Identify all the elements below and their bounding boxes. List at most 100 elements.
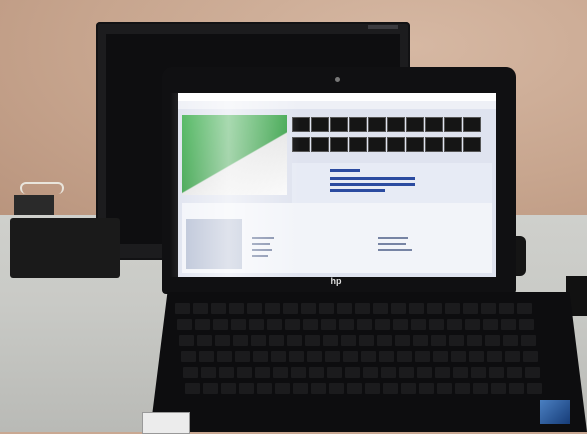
monitor-brand-mark (368, 25, 398, 29)
keyboard-key (499, 303, 514, 314)
thumbnail (425, 117, 443, 132)
thumbnail (368, 137, 386, 152)
cable (20, 182, 64, 194)
thumbnail (311, 137, 329, 152)
webcam (335, 77, 340, 82)
keyboard-key (379, 351, 394, 362)
processor-sticker (540, 400, 570, 424)
keyboard-key (463, 303, 478, 314)
thumbnail (425, 137, 443, 152)
keyboard-key (375, 319, 390, 330)
keyboard-key (343, 351, 358, 362)
keyboard-key (283, 303, 298, 314)
keyboard-key (471, 367, 486, 378)
keyboard-key (517, 303, 532, 314)
keyboard-key (179, 335, 194, 346)
keyboard-key (217, 351, 232, 362)
keyboard-key (249, 319, 264, 330)
keyboard-key (519, 319, 534, 330)
keyboard-key (327, 367, 342, 378)
keyboard-key (255, 367, 270, 378)
keyboard-key (291, 367, 306, 378)
keyboard-key (419, 383, 434, 394)
keyboard-key (195, 319, 210, 330)
keyboard-key (491, 383, 506, 394)
keyboard-key (181, 351, 196, 362)
keyboard-key (307, 351, 322, 362)
keyboard-key (301, 303, 316, 314)
hp-logo: hp (330, 276, 342, 286)
keyboard-key (503, 335, 518, 346)
keyboard-key (177, 319, 192, 330)
black-device-left (10, 218, 120, 278)
keyboard-key (411, 319, 426, 330)
keyboard-key (505, 351, 520, 362)
keyboard-key (507, 367, 522, 378)
keyboard-key (469, 351, 484, 362)
keyboard-key (447, 319, 462, 330)
keyboard-key (355, 303, 370, 314)
thumbnail (330, 137, 348, 152)
keyboard-key (285, 319, 300, 330)
keyboard-key (273, 367, 288, 378)
keyboard-key (445, 303, 460, 314)
keyboard-key (193, 303, 208, 314)
keyboard-key (211, 303, 226, 314)
keyboard-key (233, 335, 248, 346)
keyboard-key (215, 335, 230, 346)
keyboard-key (427, 303, 442, 314)
keyboard-key (201, 367, 216, 378)
thumbnail (463, 117, 481, 132)
keyboard-key (467, 335, 482, 346)
keyboard-key (325, 351, 340, 362)
keyboard-key (203, 383, 218, 394)
keyboard-key (237, 367, 252, 378)
keyboard-key (395, 335, 410, 346)
thumbnail (311, 117, 329, 132)
keyboard-key (185, 383, 200, 394)
keyboard-key (365, 383, 380, 394)
keyboard-key (293, 383, 308, 394)
keyboard-key (521, 335, 536, 346)
keyboard-key (231, 319, 246, 330)
keyboard-key (287, 335, 302, 346)
keyboard-key (251, 335, 266, 346)
keyboard-key (449, 335, 464, 346)
keyboard-key (523, 351, 538, 362)
keyboard-key (329, 383, 344, 394)
setting-bar (330, 177, 415, 180)
keyboard-key (391, 303, 406, 314)
keyboard-key (481, 303, 496, 314)
keyboard-key (373, 303, 388, 314)
keyboard-key (473, 383, 488, 394)
keyboard-key (311, 383, 326, 394)
keyboard-key (453, 367, 468, 378)
keyboard-key (321, 319, 336, 330)
keyboard-key (417, 367, 432, 378)
keyboard-key (305, 335, 320, 346)
keyboard-key (309, 367, 324, 378)
keyboard-key (363, 367, 378, 378)
keyboard-key (213, 319, 228, 330)
keyboard-key (451, 351, 466, 362)
keyboard-key (377, 335, 392, 346)
keyboard-key (221, 383, 236, 394)
keyboard-key (235, 351, 250, 362)
keyboard-key (361, 351, 376, 362)
keyboard-key (409, 303, 424, 314)
keyboard-key (465, 319, 480, 330)
screen-glare (170, 93, 300, 277)
list-line (378, 237, 408, 239)
keyboard-key (381, 367, 396, 378)
laptop-sticker (142, 412, 190, 434)
keyboard-key (219, 367, 234, 378)
keyboard-key (257, 383, 272, 394)
keyboard-key (489, 367, 504, 378)
keyboard-key (437, 383, 452, 394)
keyboard-key (483, 319, 498, 330)
keyboard-key (383, 383, 398, 394)
keyboard-key (239, 383, 254, 394)
thumbnail (406, 137, 424, 152)
keyboard-key (339, 319, 354, 330)
keyboard-key (433, 351, 448, 362)
